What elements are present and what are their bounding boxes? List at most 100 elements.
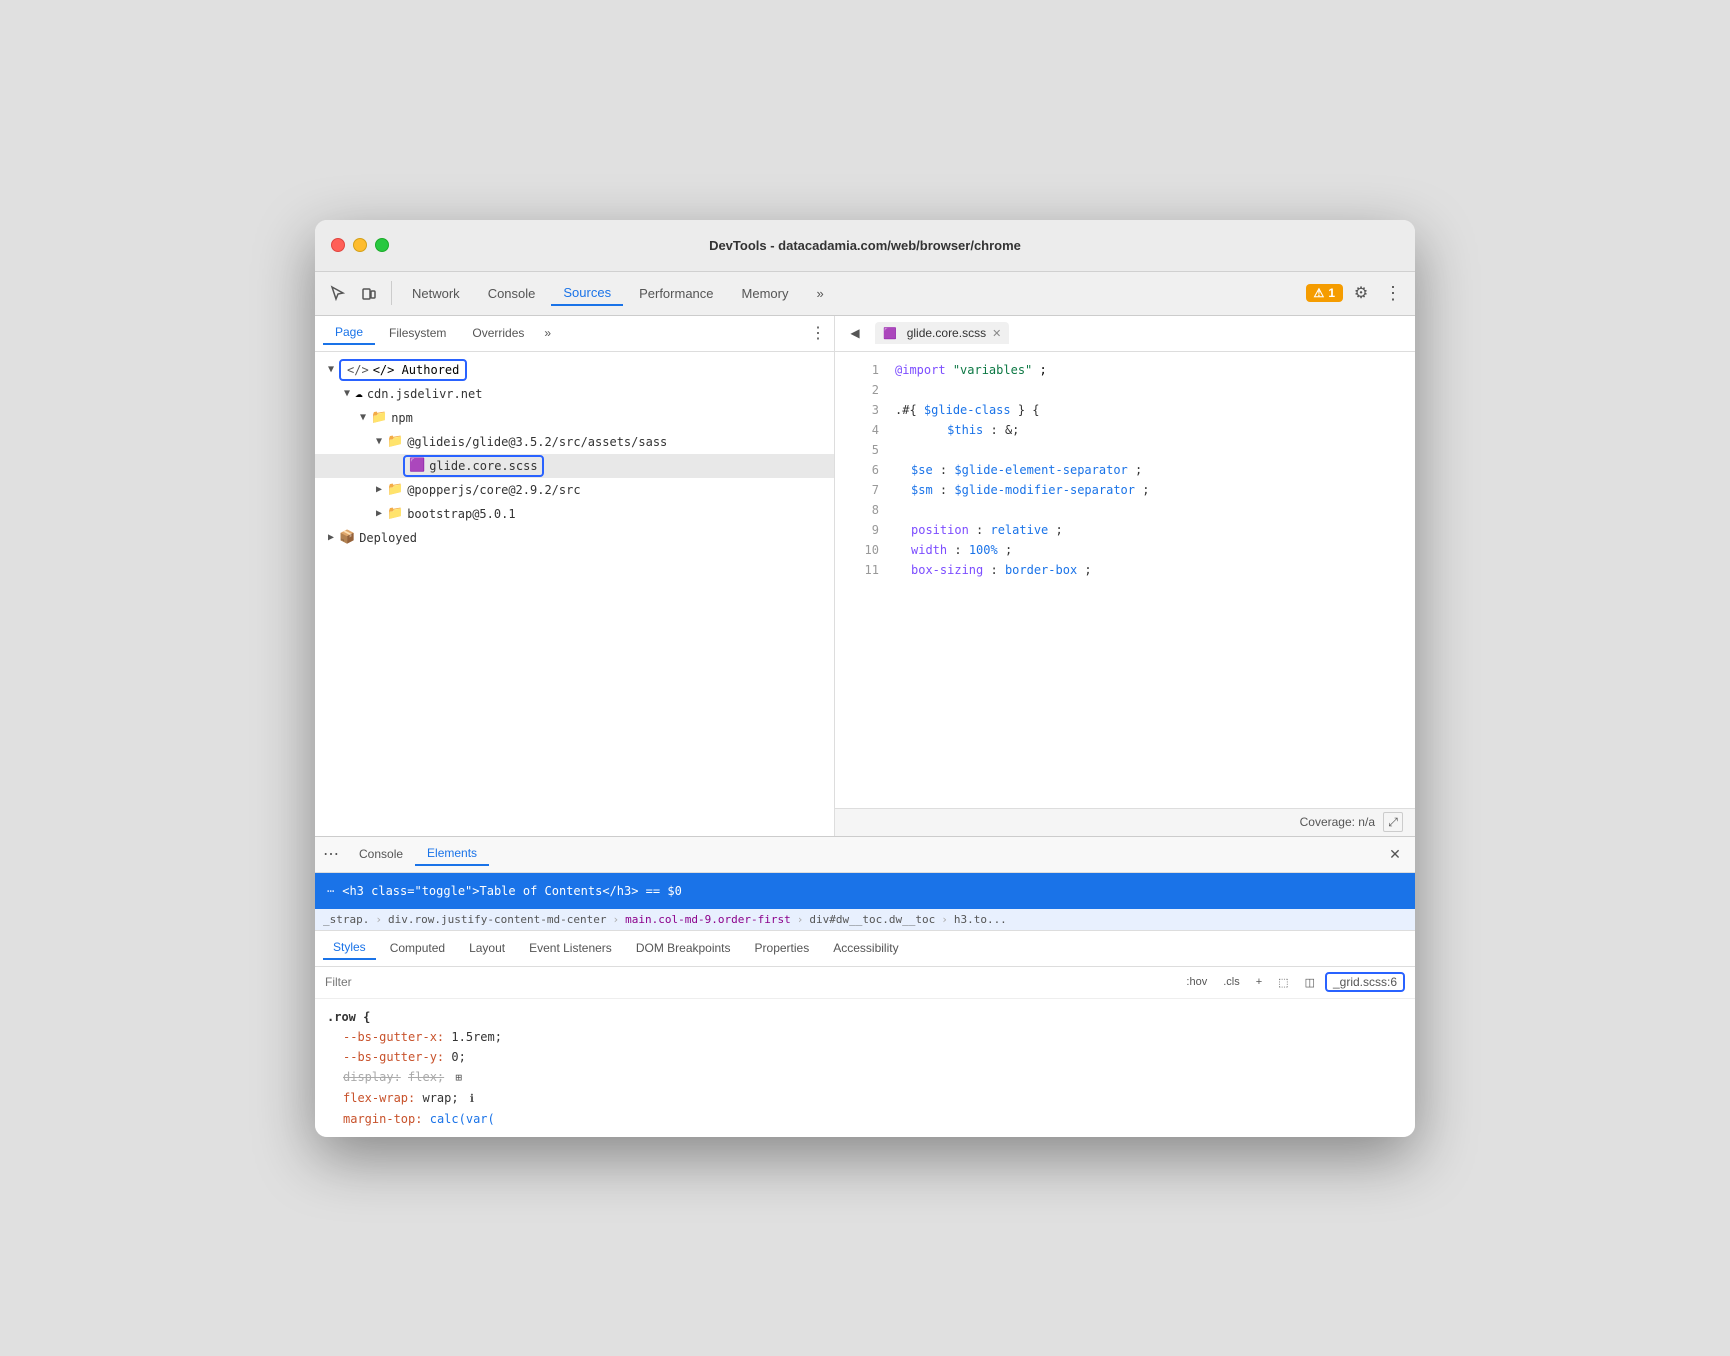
tab-elements-bottom[interactable]: Elements bbox=[415, 842, 489, 866]
code-var-3: $glide-class bbox=[924, 403, 1011, 417]
panel-more-options[interactable]: ⋮ bbox=[810, 323, 826, 343]
tree-item-cdn[interactable]: ▼ ☁ cdn.jsdelivr.net bbox=[315, 382, 834, 406]
tree-item-file[interactable]: 🟪 glide.core.scss bbox=[315, 454, 834, 478]
code-keyword-1: @import bbox=[895, 363, 946, 377]
editor-tab-close-icon[interactable]: ✕ bbox=[992, 327, 1001, 340]
css-val-3: flex; bbox=[408, 1070, 444, 1084]
code-colon-9: : bbox=[976, 523, 990, 537]
code-var-6a: $se bbox=[911, 463, 933, 477]
code-var-4a: $this bbox=[947, 423, 983, 437]
tab-computed[interactable]: Computed bbox=[380, 937, 455, 959]
code-area: 1 @import "variables" ; 2 3 .#{ $glide bbox=[835, 352, 1415, 808]
grid-link-box[interactable]: _grid.scss:6 bbox=[1325, 972, 1405, 992]
filter-cls-btn[interactable]: .cls bbox=[1217, 974, 1246, 990]
file-box: 🟪 glide.core.scss bbox=[403, 455, 544, 477]
cloud-icon: ☁ bbox=[355, 386, 363, 401]
bottom-close-icon[interactable]: ✕ bbox=[1383, 842, 1407, 866]
crumb-5[interactable]: h3.to... bbox=[954, 913, 1007, 926]
breadcrumb-content: <h3 class="toggle">Table of Contents</h3… bbox=[342, 884, 682, 898]
line-num-7: 7 bbox=[843, 480, 879, 500]
code-line-6: 6 $se : $glide-element-separator ; bbox=[835, 460, 1415, 480]
editor-tab-bar: ◀ 🟪 glide.core.scss ✕ bbox=[835, 316, 1415, 352]
editor-tab[interactable]: 🟪 glide.core.scss ✕ bbox=[875, 322, 1009, 344]
bottom-panel: ⋯ Console Elements ✕ ⋯ <h3 class="toggle… bbox=[315, 836, 1415, 1137]
coverage-expand-icon[interactable]: ⤢ bbox=[1383, 812, 1403, 832]
panel-tab-more[interactable]: » bbox=[538, 326, 557, 340]
filter-add-icon[interactable]: + bbox=[1250, 974, 1268, 990]
filter-sidebar-icon[interactable]: ◫ bbox=[1299, 974, 1321, 991]
notification-badge[interactable]: ⚠ 1 bbox=[1306, 284, 1343, 302]
more-options-icon[interactable]: ⋮ bbox=[1379, 279, 1407, 307]
breadcrumb-dots[interactable]: ⋯ bbox=[327, 884, 334, 898]
right-panel: ◀ 🟪 glide.core.scss ✕ 1 @import "variabl… bbox=[835, 316, 1415, 836]
tree-item-authored[interactable]: ▼ </> </> Authored bbox=[315, 358, 834, 382]
tab-performance[interactable]: Performance bbox=[627, 282, 725, 305]
tab-dom-breakpoints[interactable]: DOM Breakpoints bbox=[626, 937, 741, 959]
filter-copy-icon[interactable]: ⬚ bbox=[1272, 974, 1294, 991]
bootstrap-arrow: ▶ bbox=[371, 508, 387, 519]
css-val-4: wrap; bbox=[422, 1091, 458, 1105]
device-toolbar-icon[interactable] bbox=[355, 279, 383, 307]
crumb-4[interactable]: div#dw__toc.dw__toc bbox=[809, 913, 935, 926]
crumb-1[interactable]: _strap. bbox=[323, 913, 369, 926]
tab-layout[interactable]: Layout bbox=[459, 937, 515, 959]
bottom-more-icon[interactable]: ⋯ bbox=[323, 844, 339, 864]
tree-item-popperjs[interactable]: ▶ 📁 @popperjs/core@2.9.2/src bbox=[315, 478, 834, 502]
authored-code-icon: </> bbox=[347, 363, 369, 377]
code-this-4 bbox=[911, 423, 940, 437]
panel-tabs: Page Filesystem Overrides » ⋮ bbox=[315, 316, 834, 352]
tab-event-listeners[interactable]: Event Listeners bbox=[519, 937, 622, 959]
code-content-3: .#{ $glide-class } { bbox=[895, 400, 1407, 420]
tab-console[interactable]: Console bbox=[476, 282, 548, 305]
tab-properties[interactable]: Properties bbox=[745, 937, 820, 959]
close-button[interactable] bbox=[331, 238, 345, 252]
npm-arrow: ▼ bbox=[355, 412, 371, 423]
tab-memory[interactable]: Memory bbox=[730, 282, 801, 305]
code-prop-10: width bbox=[911, 543, 947, 557]
line-num-5: 5 bbox=[843, 440, 879, 460]
code-semi-1: ; bbox=[1040, 363, 1047, 377]
inspect-icon[interactable] bbox=[323, 279, 351, 307]
tab-console-bottom[interactable]: Console bbox=[347, 843, 415, 865]
code-colon-4: : &; bbox=[991, 423, 1020, 437]
tree-item-glideis[interactable]: ▼ 📁 @glideis/glide@3.5.2/src/assets/sass bbox=[315, 430, 834, 454]
crumb-3[interactable]: main.col-md-9.order-first bbox=[625, 913, 791, 926]
tree-item-bootstrap[interactable]: ▶ 📁 bootstrap@5.0.1 bbox=[315, 502, 834, 526]
editor-back-icon[interactable]: ◀ bbox=[843, 321, 867, 345]
code-semi-6: ; bbox=[1135, 463, 1142, 477]
crumb-sep-4: › bbox=[941, 913, 948, 926]
tree-item-deployed[interactable]: ▶ 📦 Deployed bbox=[315, 526, 834, 550]
editor-tab-label: glide.core.scss bbox=[907, 326, 986, 340]
css-prop-5: margin-top: bbox=[343, 1112, 422, 1126]
tab-filesystem[interactable]: Filesystem bbox=[377, 322, 458, 344]
file-label: glide.core.scss bbox=[429, 459, 537, 473]
flex-grid-icon: ⊞ bbox=[455, 1071, 462, 1084]
css-prop-3: display: bbox=[343, 1070, 401, 1084]
minimize-button[interactable] bbox=[353, 238, 367, 252]
tab-network[interactable]: Network bbox=[400, 282, 472, 305]
code-brace-3: } { bbox=[1018, 403, 1040, 417]
authored-arrow: ▼ bbox=[323, 364, 339, 375]
code-content-5 bbox=[895, 440, 1407, 460]
styles-filter-input[interactable] bbox=[325, 975, 1172, 989]
code-string-1: "variables" bbox=[953, 363, 1032, 377]
line-num-11: 11 bbox=[843, 560, 879, 580]
tab-styles[interactable]: Styles bbox=[323, 936, 376, 960]
css-selector-row: .row { bbox=[327, 1007, 1403, 1027]
settings-icon[interactable]: ⚙ bbox=[1347, 279, 1375, 307]
tab-sources[interactable]: Sources bbox=[551, 281, 623, 306]
crumb-2[interactable]: div.row.justify-content-md-center bbox=[388, 913, 607, 926]
css-prop-row-1: --bs-gutter-x: 1.5rem; bbox=[327, 1027, 1403, 1047]
traffic-lights bbox=[331, 238, 389, 252]
filter-hov-btn[interactable]: :hov bbox=[1180, 974, 1213, 990]
tab-overrides[interactable]: Overrides bbox=[460, 322, 536, 344]
maximize-button[interactable] bbox=[375, 238, 389, 252]
styles-filter-bar: :hov .cls + ⬚ ◫ _grid.scss:6 bbox=[315, 967, 1415, 999]
code-content-7: $sm : $glide-modifier-separator ; bbox=[895, 480, 1407, 500]
tab-page[interactable]: Page bbox=[323, 321, 375, 345]
tab-accessibility[interactable]: Accessibility bbox=[823, 937, 908, 959]
code-colon-11: : bbox=[990, 563, 1004, 577]
tree-item-npm[interactable]: ▼ 📁 npm bbox=[315, 406, 834, 430]
coverage-label: Coverage: n/a bbox=[1300, 815, 1375, 829]
tab-more[interactable]: » bbox=[804, 282, 835, 305]
